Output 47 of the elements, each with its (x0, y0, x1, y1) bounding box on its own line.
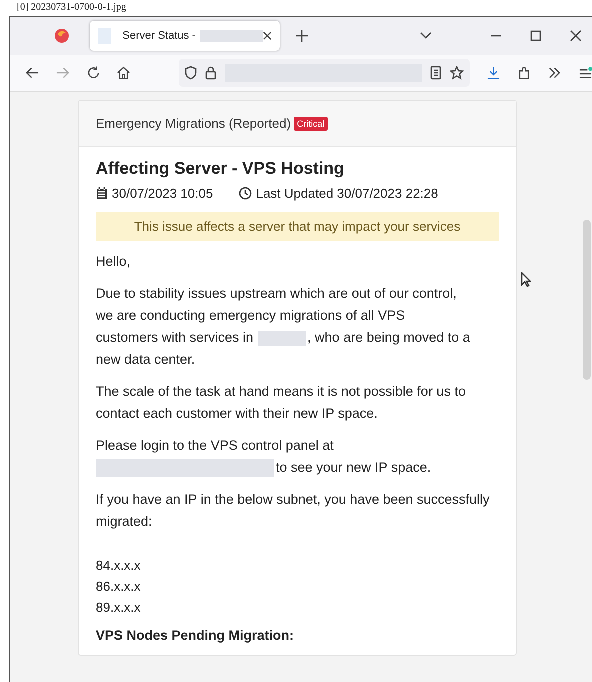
body-text: we are conducting emergency migrations of all VPS (96, 307, 406, 325)
reader-view-icon[interactable] (430, 66, 442, 80)
new-tab-icon[interactable] (296, 30, 308, 42)
body-text: customers with services in (96, 329, 254, 347)
ip-subnet-text: 84.x.x.x (96, 557, 141, 575)
address-bar[interactable] (178, 59, 470, 87)
ip-subnet-text: 89.x.x.x (96, 599, 141, 617)
body-text: to see your new IP space. (276, 460, 432, 475)
announcement-heading: Emergency Migrations (Reported) (96, 116, 292, 131)
cursor-icon (521, 272, 531, 287)
reload-icon[interactable] (86, 66, 100, 80)
close-icon[interactable] (570, 30, 582, 42)
severity-badge: Critical (294, 116, 328, 130)
redacted-text (258, 330, 306, 346)
puzzle-piece-icon[interactable] (518, 66, 532, 80)
favicon-placeholder (98, 28, 111, 44)
menu-icon[interactable] (578, 67, 592, 79)
home-icon[interactable] (117, 66, 131, 80)
body-text: , who are being moved to a (308, 329, 470, 347)
warning-alert: This issue affects a server that may impact your services (96, 212, 499, 241)
section-heading: VPS Nodes Pending Migration: (96, 628, 296, 643)
star-icon[interactable] (450, 66, 464, 80)
updated-text: Last Updated 30/07/2023 22:28 (256, 186, 438, 201)
maximize-icon[interactable] (530, 30, 542, 42)
shield-icon (184, 66, 197, 80)
date-text: 30/07/2023 10:05 (112, 186, 214, 201)
double-chevron-icon[interactable] (548, 67, 562, 79)
body-text: The scale of the task at hand means it is not possible for us to contact each customer with their new IP space. (96, 384, 466, 421)
back-arrow-icon[interactable] (26, 67, 40, 79)
scrollbar-thumb[interactable] (583, 220, 591, 380)
tab-title: Server Status - (122, 30, 196, 42)
chevron-down-icon[interactable] (420, 32, 432, 40)
body-text: new data center. (96, 351, 196, 369)
ip-subnet-text: 86.x.x.x (96, 578, 141, 596)
download-icon[interactable] (487, 66, 501, 80)
clock-icon (239, 187, 252, 200)
image-caption: [0] 20230731-0700-0-1.jpg (16, 1, 128, 15)
close-icon[interactable] (263, 31, 272, 41)
browser-tab[interactable]: Server Status - (90, 21, 280, 51)
body-text: If you have an IP in the below subnet, you have been successfully migrated: (96, 492, 490, 529)
body-text: Please login to the VPS control panel at (96, 438, 334, 453)
body-text: Hello, (96, 254, 131, 269)
browser-logo-icon[interactable] (54, 28, 70, 44)
lock-icon (204, 66, 217, 80)
body-text: Due to stability issues upstream which are out of our control, (96, 285, 457, 303)
announcement-title: Affecting Server - VPS Hosting (96, 159, 346, 179)
calendar-icon (96, 187, 108, 200)
